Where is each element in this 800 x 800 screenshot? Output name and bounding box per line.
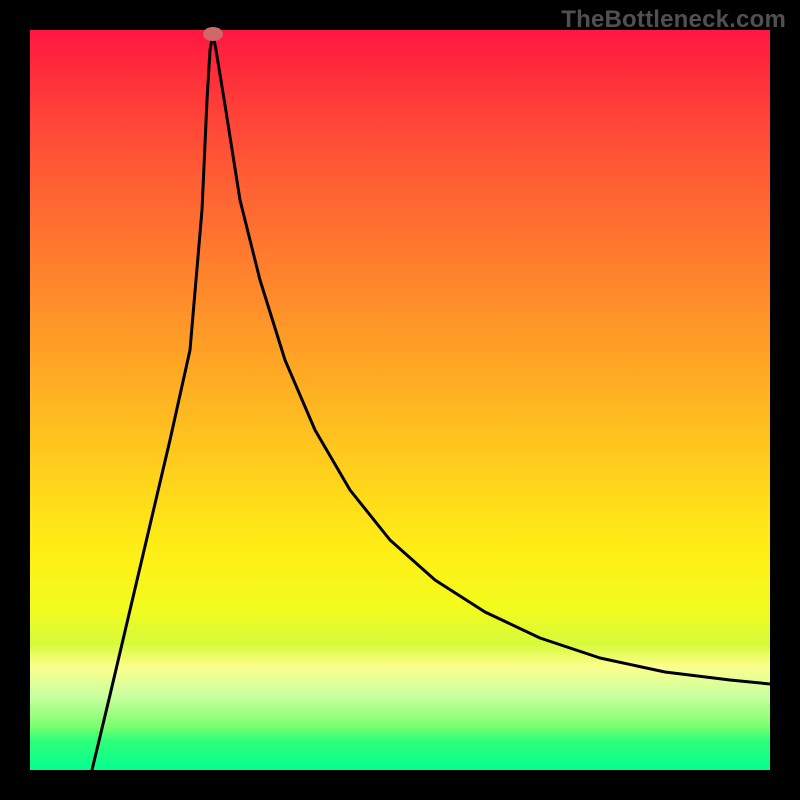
bottleneck-curve — [30, 30, 770, 770]
attribution-text: TheBottleneck.com — [561, 6, 786, 34]
vertex-marker — [203, 27, 223, 41]
chart-area — [30, 30, 770, 770]
